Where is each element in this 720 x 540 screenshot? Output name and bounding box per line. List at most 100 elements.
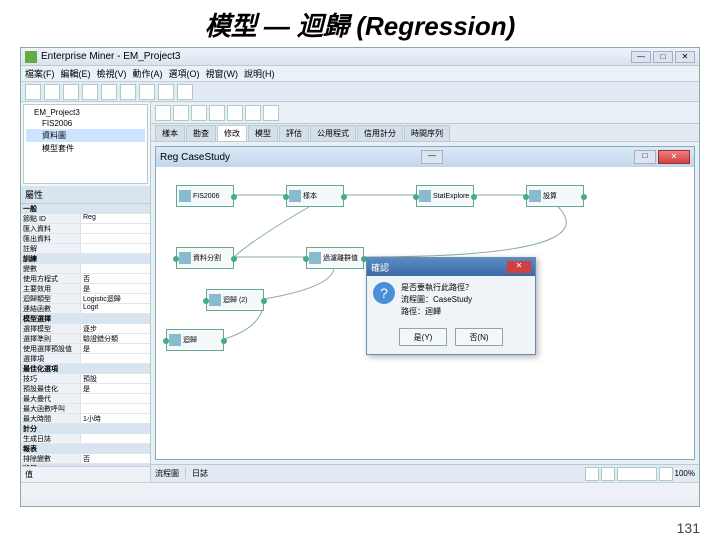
prop-value[interactable] xyxy=(81,404,150,413)
tab-credit[interactable]: 信用計分 xyxy=(357,125,403,141)
prop-value[interactable]: 逐步 xyxy=(81,324,150,333)
minimize-button[interactable]: — xyxy=(631,51,651,63)
prop-value[interactable]: 1小時 xyxy=(81,414,150,423)
dialog-close-button[interactable]: ✕ xyxy=(507,261,531,273)
tab-assess[interactable]: 評估 xyxy=(279,125,309,141)
tab-explore[interactable]: 勘查 xyxy=(186,125,216,141)
prop-value[interactable] xyxy=(81,244,150,253)
palette-btn[interactable] xyxy=(263,105,279,121)
close-button[interactable]: ✕ xyxy=(675,51,695,63)
menu-options[interactable]: 選項(O) xyxy=(169,67,200,80)
zoom-in-icon[interactable] xyxy=(659,467,673,481)
tab-modify[interactable]: 修改 xyxy=(217,125,247,141)
menu-action[interactable]: 動作(A) xyxy=(133,67,163,80)
prop-label: 預設最佳化 xyxy=(21,384,81,393)
prop-value[interactable]: Logistic迴歸 xyxy=(81,294,150,303)
palette-btn[interactable] xyxy=(227,105,243,121)
left-panel: EM_Project3 FIS2006 資料圖 模型套件 屬性 一般 節點 ID… xyxy=(21,102,151,482)
toolbar-btn-8[interactable] xyxy=(158,84,174,100)
node-label: 迴歸 xyxy=(183,335,197,345)
prop-value[interactable]: 是 xyxy=(81,344,150,353)
prop-value[interactable]: Logit xyxy=(81,304,150,313)
toolbar-btn-6[interactable] xyxy=(120,84,136,100)
diagram-close[interactable]: ✕ xyxy=(658,150,690,164)
status-log[interactable]: 日誌 xyxy=(185,468,208,479)
toolbar-btn-7[interactable] xyxy=(139,84,155,100)
zoom-fit-icon[interactable] xyxy=(585,467,599,481)
prop-value[interactable]: 否 xyxy=(81,454,150,463)
menu-window[interactable]: 視窗(W) xyxy=(206,67,239,80)
node-label: StatExplore xyxy=(433,193,469,200)
no-button[interactable]: 否(N) xyxy=(455,328,503,346)
toolbar-btn-9[interactable] xyxy=(177,84,193,100)
node-palette xyxy=(151,102,699,124)
prop-value[interactable] xyxy=(81,224,150,233)
tab-utility[interactable]: 公用程式 xyxy=(310,125,356,141)
prop-value[interactable]: 驗證錯分類 xyxy=(81,334,150,343)
prop-value[interactable]: 是 xyxy=(81,284,150,293)
properties-grid[interactable]: 一般 節點 IDReg 匯入資料 匯出資料 註解 訓練 變數 使用方程式否 主要… xyxy=(21,204,150,466)
toolbar-btn-2[interactable] xyxy=(44,84,60,100)
node-data-source[interactable]: FIS2006 xyxy=(176,185,234,207)
prop-value[interactable]: 否 xyxy=(81,274,150,283)
prop-label: 節點 ID xyxy=(21,214,81,223)
prop-value[interactable] xyxy=(81,354,150,363)
prop-subsection: 最佳化選項 xyxy=(21,364,150,374)
prop-value[interactable] xyxy=(81,264,150,273)
yes-button[interactable]: 是(Y) xyxy=(399,328,447,346)
prop-value[interactable]: 是 xyxy=(81,384,150,393)
page-number: 131 xyxy=(677,520,700,536)
prop-value[interactable]: 預設 xyxy=(81,374,150,383)
node-statexplore[interactable]: StatExplore xyxy=(416,185,474,207)
prop-value[interactable]: Reg xyxy=(81,214,150,223)
menu-view[interactable]: 檢視(V) xyxy=(97,67,127,80)
prop-label: 生成日誌 xyxy=(21,434,81,443)
node-filter[interactable]: 過濾離群值 xyxy=(306,247,364,269)
tree-models[interactable]: 模型套件 xyxy=(26,142,145,155)
node-partition[interactable]: 資料分割 xyxy=(176,247,234,269)
zoom-slider[interactable] xyxy=(617,467,657,481)
palette-btn[interactable] xyxy=(173,105,189,121)
menu-help[interactable]: 說明(H) xyxy=(244,67,275,80)
toolbar-btn-4[interactable] xyxy=(82,84,98,100)
prop-label: 選擇準則 xyxy=(21,334,81,343)
toolbar-btn-3[interactable] xyxy=(63,84,79,100)
zoom-value: 100% xyxy=(675,469,695,478)
prop-value[interactable] xyxy=(81,234,150,243)
prop-label: 技巧 xyxy=(21,374,81,383)
prop-value[interactable] xyxy=(81,394,150,403)
tab-timeseries[interactable]: 時間序列 xyxy=(404,125,450,141)
prop-label: 使用選擇預設值 xyxy=(21,344,81,353)
palette-btn[interactable] xyxy=(191,105,207,121)
menu-file[interactable]: 檔案(F) xyxy=(25,67,55,80)
palette-btn[interactable] xyxy=(155,105,171,121)
prop-value[interactable] xyxy=(81,434,150,443)
diagram-canvas[interactable]: FIS2006 樣本 StatExplore 設算 資料分割 過濾離群值 迴歸 … xyxy=(156,167,694,459)
toolbar-btn-5[interactable] xyxy=(101,84,117,100)
node-impute[interactable]: 設算 xyxy=(526,185,584,207)
node-regression-2[interactable]: 迴歸 (2) xyxy=(206,289,264,311)
tab-model[interactable]: 模型 xyxy=(248,125,278,141)
diagram-maximize[interactable]: □ xyxy=(634,150,656,164)
diagram-minimize[interactable]: — xyxy=(421,150,443,164)
maximize-button[interactable]: □ xyxy=(653,51,673,63)
palette-btn[interactable] xyxy=(245,105,261,121)
menu-edit[interactable]: 編輯(E) xyxy=(61,67,91,80)
prop-section-score: 計分 xyxy=(21,424,150,434)
node-regression[interactable]: 迴歸 xyxy=(166,329,224,351)
zoom-out-icon[interactable] xyxy=(601,467,615,481)
tree-diagrams[interactable]: 資料圖 xyxy=(26,129,145,142)
tree-datasource[interactable]: FIS2006 xyxy=(26,118,145,129)
tab-sample[interactable]: 樣本 xyxy=(155,125,185,141)
project-tree[interactable]: EM_Project3 FIS2006 資料圖 模型套件 xyxy=(23,104,148,184)
node-sample[interactable]: 樣本 xyxy=(286,185,344,207)
prop-label: 迴歸類型 xyxy=(21,294,81,303)
dialog-message: 是否要執行此路徑？ 流程圖：CaseStudy 路徑：迴歸 xyxy=(401,282,473,318)
toolbar-btn-1[interactable] xyxy=(25,84,41,100)
palette-btn[interactable] xyxy=(209,105,225,121)
prop-label: 最大時間 xyxy=(21,414,81,423)
tree-project[interactable]: EM_Project3 xyxy=(26,107,145,118)
main-toolbar xyxy=(21,82,699,102)
node-label: 設算 xyxy=(543,191,557,201)
dialog-titlebar: 確認 ✕ xyxy=(367,258,535,276)
